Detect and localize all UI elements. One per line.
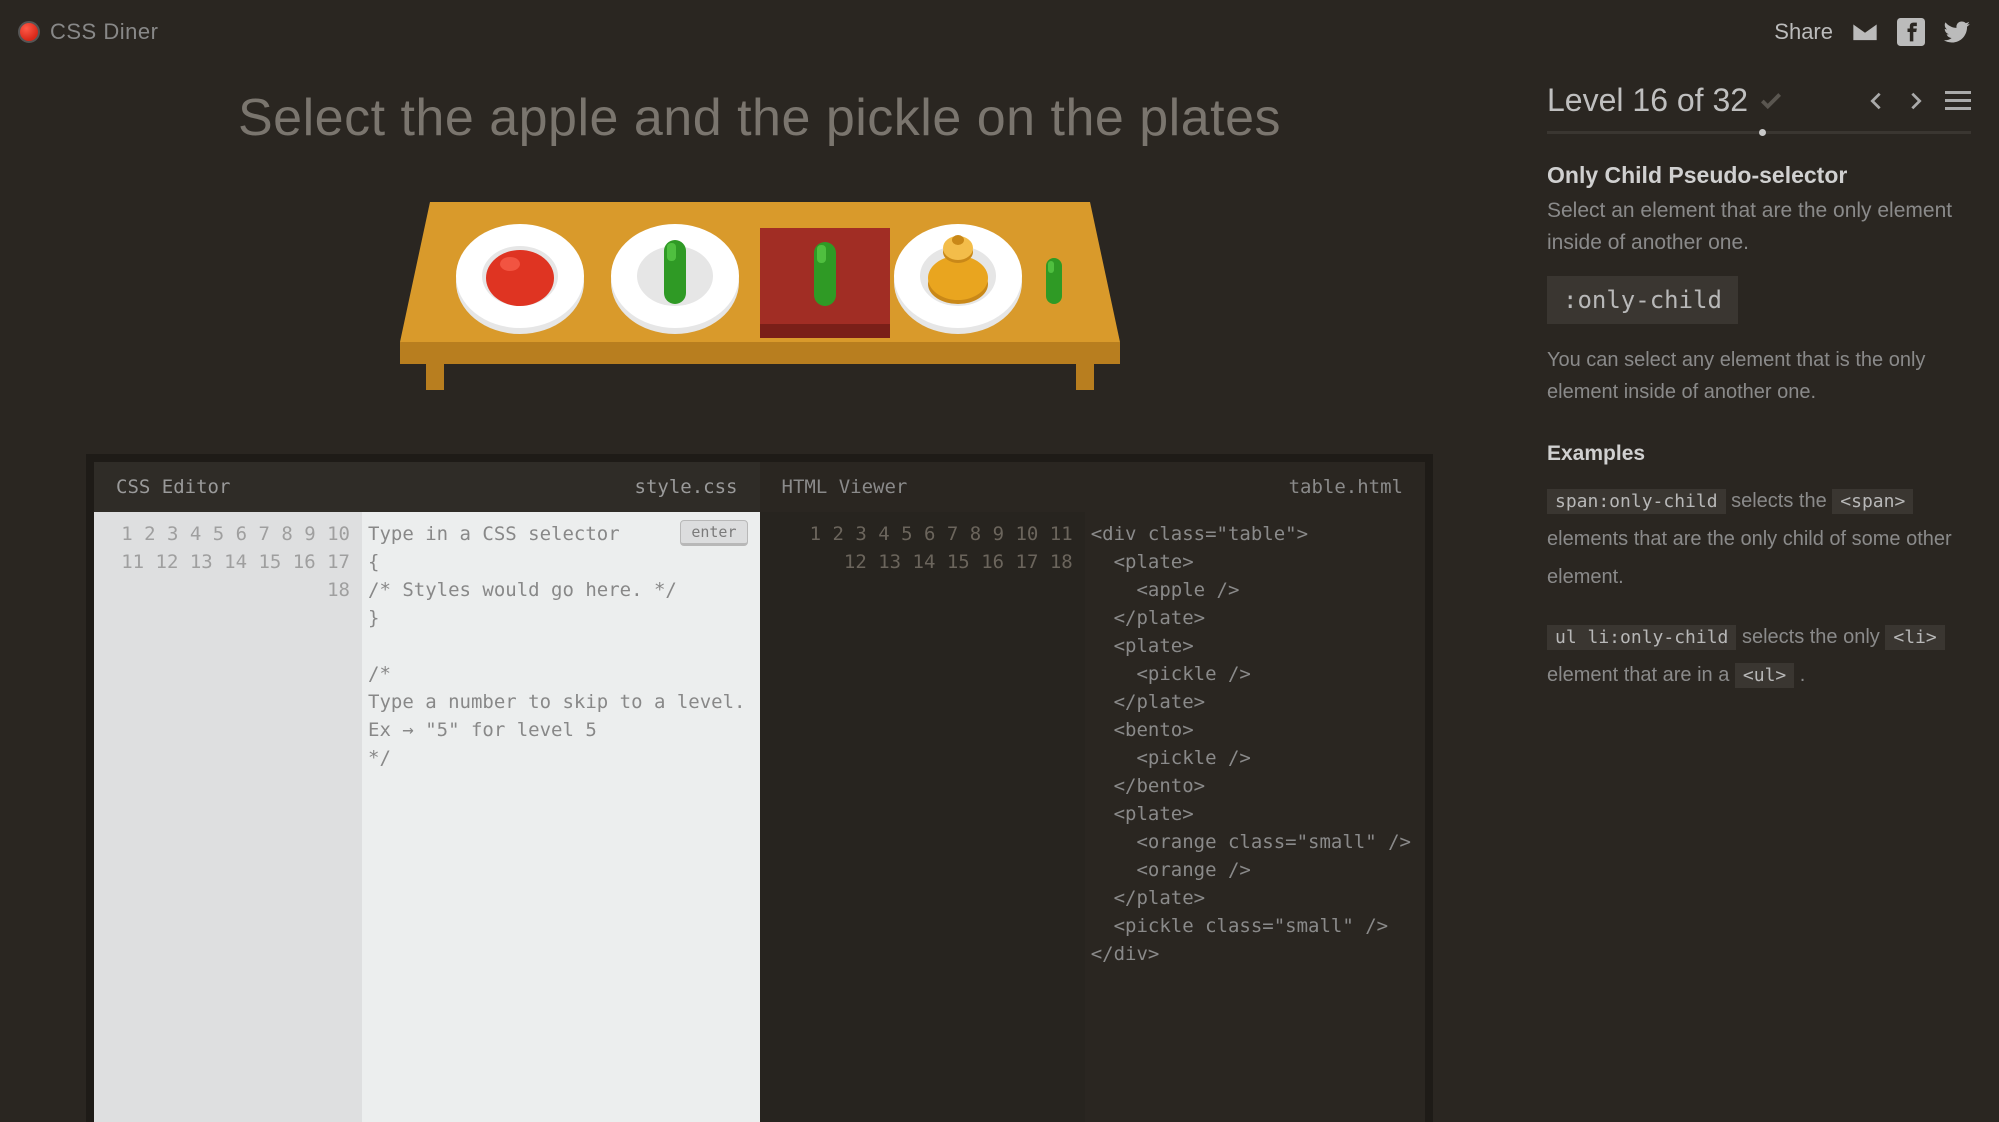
selector-description: You can select any element that is the o… [1547,344,1971,408]
game-table [0,172,1519,432]
css-line-gutter: 1 2 3 4 5 6 7 8 9 10 11 12 13 14 15 16 1… [94,512,362,1122]
prev-level-icon[interactable] [1865,90,1887,112]
selector-title: Only Child Pseudo-selector [1547,162,1971,189]
next-level-icon[interactable] [1905,90,1927,112]
email-icon[interactable] [1851,18,1879,46]
check-icon [1758,88,1784,114]
selector-syntax: :only-child [1547,276,1738,324]
facebook-icon[interactable] [1897,18,1925,46]
example-item: ul li:only-child selects the only <li> e… [1547,618,1971,694]
example-item: span:only-child selects the <span> eleme… [1547,482,1971,596]
html-viewer-filename: table.html [1289,476,1403,498]
share-group: Share [1774,18,1971,46]
css-editor: CSS Editor style.css 1 2 3 4 5 6 7 8 9 1… [94,462,760,1122]
html-code-area: <div class="table"> <plate> <apple /> </… [1085,512,1425,1122]
level-progress [1547,131,1971,134]
logo[interactable]: CSS Diner [18,19,158,45]
help-sidebar: Level 16 of 32 Only Child Pseudo-selecto… [1519,60,1999,1122]
css-code-area[interactable]: Type in a CSS selector { /* Styles would… [362,512,760,1122]
logo-icon [18,21,40,43]
html-viewer: HTML Viewer table.html 1 2 3 4 5 6 7 8 9… [760,462,1426,1122]
html-line-gutter: 1 2 3 4 5 6 7 8 9 10 11 12 13 14 15 16 1… [760,512,1085,1122]
examples-heading: Examples [1547,442,1971,466]
selector-subtitle: Select an element that are the only elem… [1547,195,1971,258]
menu-icon[interactable] [1945,91,1971,110]
enter-button[interactable]: enter [680,520,747,546]
level-indicator: Level 16 of 32 [1547,82,1748,119]
instruction-text: Select the apple and the pickle on the p… [0,60,1519,172]
twitter-icon[interactable] [1943,18,1971,46]
share-label: Share [1774,19,1833,45]
app-name: CSS Diner [50,19,158,45]
css-editor-filename: style.css [635,476,738,498]
css-editor-title: CSS Editor [116,476,230,498]
html-viewer-title: HTML Viewer [782,476,908,498]
examples-list: span:only-child selects the <span> eleme… [1547,482,1971,694]
